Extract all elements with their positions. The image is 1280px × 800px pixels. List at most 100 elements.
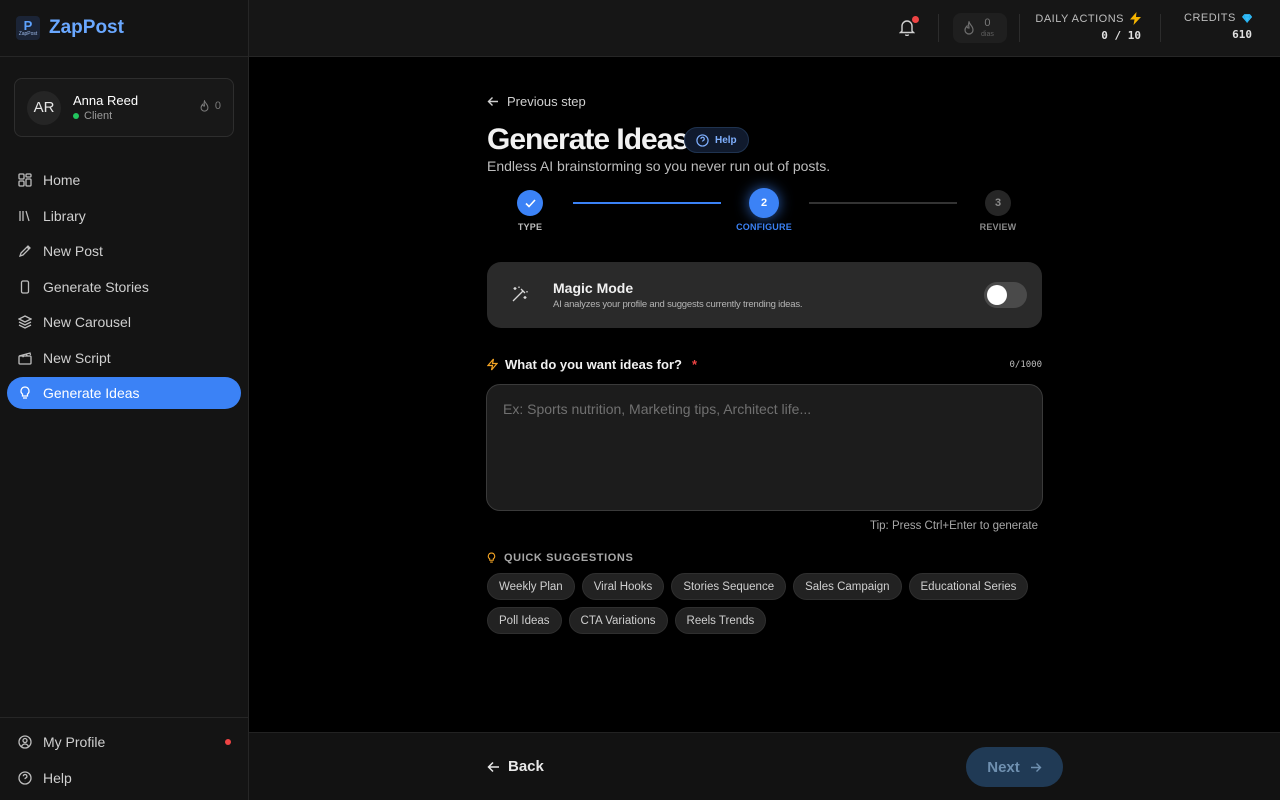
lightning-icon <box>1130 12 1141 25</box>
daily-actions-value: 0 / 10 <box>1101 29 1141 42</box>
nav-item-my-profile[interactable]: My Profile <box>7 726 241 758</box>
phone-icon <box>18 279 32 294</box>
notification-dot <box>225 739 231 745</box>
nav-item-new-carousel[interactable]: New Carousel <box>7 306 241 338</box>
credits: CREDITS 610 <box>1184 12 1252 41</box>
step-connector-done <box>573 202 721 204</box>
suggestion-chip-viral-hooks[interactable]: Viral Hooks <box>581 573 665 600</box>
back-button-label: Back <box>508 758 544 775</box>
streak-counter[interactable]: 0 dias <box>953 13 1007 43</box>
nav-item-label: New Post <box>43 243 103 259</box>
daily-actions: DAILY ACTIONS 0 / 10 <box>1035 12 1141 42</box>
arrow-right-icon <box>1030 762 1042 772</box>
sidebar: P ZapPost ZapPost AR Anna Reed Client 0 H… <box>0 0 249 800</box>
quick-suggestions-label-text: QUICK SUGGESTIONS <box>504 552 634 564</box>
user-name: Anna Reed <box>73 93 139 108</box>
help-button-label: Help <box>715 134 737 146</box>
nav-item-label: New Script <box>43 349 111 366</box>
suggestion-chip-cta-variations[interactable]: CTA Variations <box>568 607 668 634</box>
step-number: 2 <box>760 197 768 209</box>
pencil-icon <box>18 244 32 258</box>
clapper-icon <box>18 351 32 365</box>
grid-icon <box>18 173 32 187</box>
nav-item-label: My Profile <box>43 734 106 750</box>
user-streak: 0 <box>199 100 221 112</box>
divider <box>938 14 939 42</box>
suggestion-chip-weekly-plan[interactable]: Weekly Plan <box>487 573 575 600</box>
streak-unit: dias <box>981 31 994 38</box>
nav-item-home[interactable]: Home <box>7 164 241 196</box>
required-mark: * <box>691 357 698 372</box>
flame-icon <box>964 21 974 35</box>
brand[interactable]: P ZapPost ZapPost <box>0 0 248 57</box>
page-subtitle: Endless AI brainstorming so you never ru… <box>487 158 831 174</box>
step-label-review: REVIEW <box>979 222 1017 232</box>
keyboard-tip: Tip: Press Ctrl+Enter to generate <box>870 520 1038 532</box>
previous-step-label: Previous step <box>507 94 586 109</box>
step-type[interactable] <box>517 190 543 216</box>
main-content: Previous step Generate Ideas Help Endles… <box>249 57 1280 732</box>
next-button-label: Next <box>987 758 1020 776</box>
nav-item-label: Library <box>43 207 86 224</box>
online-status-dot <box>73 113 79 119</box>
back-button[interactable]: Back <box>487 758 544 775</box>
layers-icon <box>18 315 32 329</box>
nav-item-label: Generate Stories <box>43 278 149 295</box>
step-label-type: TYPE <box>517 222 543 232</box>
user-card[interactable]: AR Anna Reed Client 0 <box>14 78 234 137</box>
magic-mode-description: AI analyzes your profile and suggests cu… <box>553 299 803 310</box>
nav-item-new-post[interactable]: New Post <box>7 235 241 267</box>
avatar: AR <box>27 90 61 125</box>
magic-mode-card: Magic Mode AI analyzes your profile and … <box>487 262 1042 328</box>
flame-icon <box>200 100 209 112</box>
credits-label: CREDITS <box>1184 12 1236 24</box>
bulb-icon <box>18 386 32 400</box>
quick-suggestions-label: QUICK SUGGESTIONS <box>487 552 633 564</box>
page-title: Generate Ideas <box>487 123 689 156</box>
daily-actions-label-row: DAILY ACTIONS <box>1035 12 1141 25</box>
brand-name: ZapPost <box>49 17 124 38</box>
arrow-left-icon <box>487 761 499 772</box>
previous-step-link[interactable]: Previous step <box>487 94 586 109</box>
suggestion-chip-reels-trends[interactable]: Reels Trends <box>674 607 767 634</box>
help-circle-icon <box>696 133 709 147</box>
step-number: 3 <box>994 197 1002 209</box>
suggestion-chip-sales-campaign[interactable]: Sales Campaign <box>793 573 902 600</box>
main-nav: Home Library New Post Generate Stories N… <box>7 164 241 413</box>
nav-item-label: Home <box>43 172 81 188</box>
step-configure[interactable]: 2 <box>749 188 779 218</box>
help-button[interactable]: Help <box>684 127 749 153</box>
user-circle-icon <box>18 735 32 749</box>
arrow-left-icon <box>487 97 498 106</box>
sidebar-bottom: My Profile Help <box>0 717 248 797</box>
magic-mode-toggle[interactable] <box>984 282 1027 308</box>
ideas-topic-label-text: What do you want ideas for? <box>505 357 682 372</box>
streak-values: 0 dias <box>981 18 994 39</box>
user-role-label: Client <box>84 110 113 122</box>
notification-badge <box>912 16 919 23</box>
suggestion-chip-educational-series[interactable]: Educational Series <box>908 573 1029 600</box>
user-streak-count: 0 <box>214 100 221 112</box>
toggle-knob <box>987 285 1007 305</box>
nav-item-library[interactable]: Library <box>7 200 241 232</box>
ideas-topic-input[interactable] <box>486 384 1043 511</box>
library-icon <box>18 209 32 223</box>
notifications-button[interactable] <box>898 16 919 37</box>
next-button[interactable]: Next <box>966 747 1063 787</box>
zappost-logo-icon: P ZapPost <box>16 16 40 40</box>
nav-item-generate-stories[interactable]: Generate Stories <box>7 271 241 303</box>
step-label-configure: CONFIGURE <box>736 222 792 232</box>
nav-item-label: Help <box>43 769 72 786</box>
suggestion-chip-poll-ideas[interactable]: Poll Ideas <box>487 607 562 634</box>
suggestion-chip-stories-sequence[interactable]: Stories Sequence <box>671 573 787 600</box>
nav-item-new-script[interactable]: New Script <box>7 342 241 374</box>
nav-item-generate-ideas[interactable]: Generate Ideas <box>7 377 241 409</box>
nav-item-help[interactable]: Help <box>7 762 241 794</box>
step-review[interactable]: 3 <box>985 190 1011 216</box>
check-icon <box>524 198 536 208</box>
user-role: Client <box>73 110 138 122</box>
stepper: TYPE 2 CONFIGURE 3 REVIEW <box>487 188 1043 238</box>
credits-value: 610 <box>1232 28 1252 41</box>
divider <box>1160 14 1161 42</box>
character-counter: 0/1000 <box>1009 360 1042 370</box>
